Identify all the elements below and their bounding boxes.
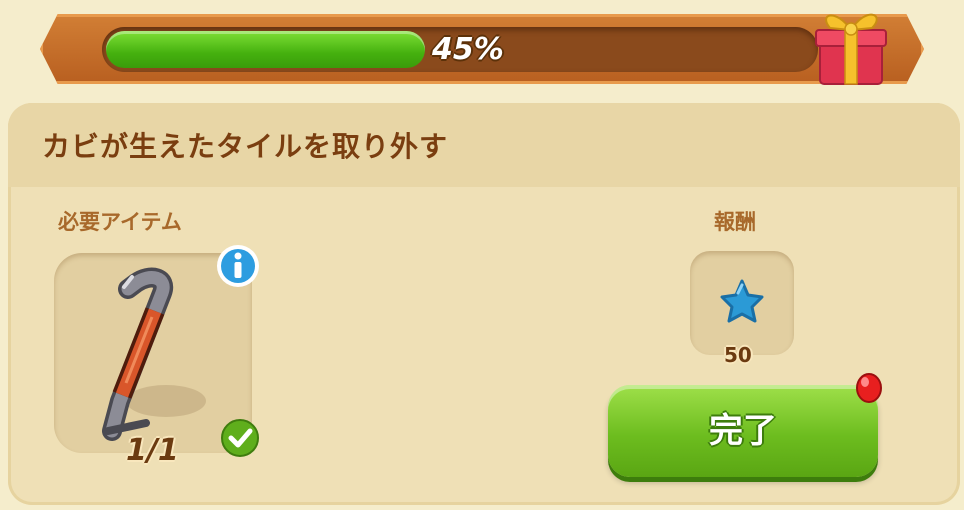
progress-fill bbox=[106, 31, 425, 68]
required-items-label: 必要アイテム bbox=[58, 210, 182, 234]
info-icon[interactable] bbox=[215, 243, 261, 289]
notification-badge-icon bbox=[856, 373, 882, 403]
reward-slot[interactable] bbox=[690, 251, 794, 355]
complete-button[interactable]: 完了 bbox=[608, 385, 878, 477]
reward-label: 報酬 bbox=[714, 210, 756, 234]
progress-percent: 45% bbox=[432, 32, 504, 67]
blue-star-icon bbox=[720, 279, 764, 323]
complete-button-label: 完了 bbox=[709, 411, 777, 451]
checkmark-icon bbox=[221, 419, 259, 457]
item-count: 1/1 bbox=[126, 433, 179, 468]
gift-box-icon[interactable] bbox=[812, 0, 890, 88]
quest-panel: カビが生えたタイルを取り外す 必要アイテム 報酬 1/1 50 完了 bbox=[8, 103, 960, 505]
quest-screen: 45% カビが生えたタイルを取り外す 必要アイテム 報酬 1/1 50 完了 bbox=[0, 0, 964, 510]
quest-title: カビが生えたタイルを取り外す bbox=[42, 130, 449, 163]
reward-amount: 50 bbox=[724, 343, 752, 367]
